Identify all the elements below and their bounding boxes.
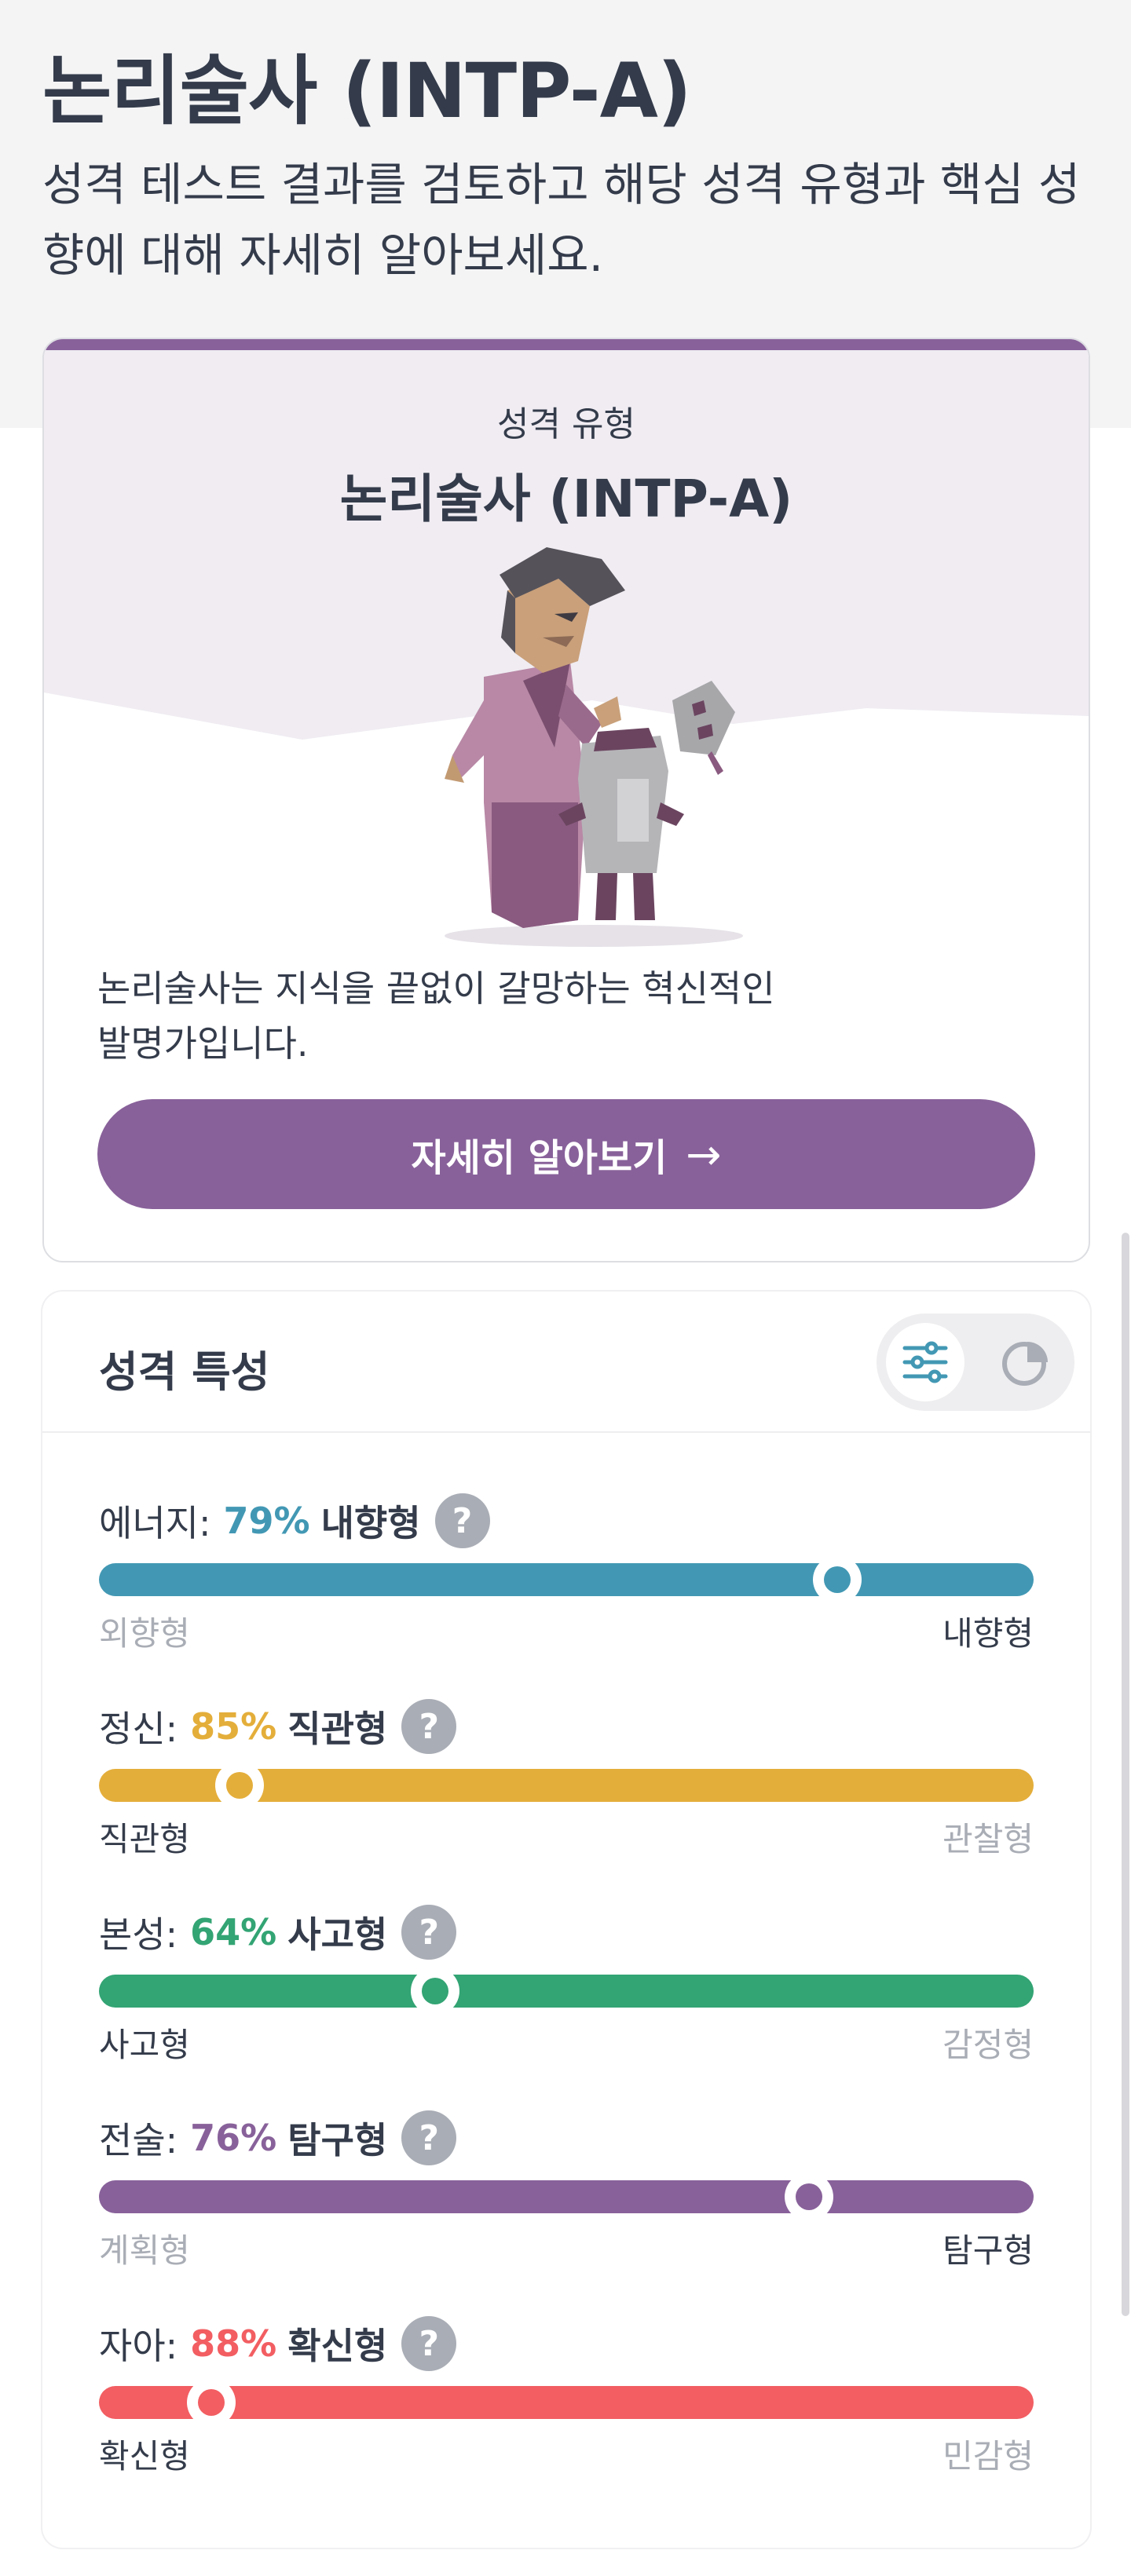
trait-type: 직관형 [287, 1708, 388, 1750]
trait-bar [99, 1563, 1034, 1596]
trait-row: 자아: 88% 확신형? 확신형 민감형 [99, 2312, 1034, 2485]
trait-bar [99, 2386, 1034, 2419]
sliders-icon [902, 1341, 948, 1383]
trait-type: 내향형 [320, 1502, 421, 1544]
traits-title: 성격 특성 [99, 1347, 270, 1397]
trait-row: 에너지: 79% 내향형? 외향형 내향형 [99, 1489, 1034, 1662]
trait-type: 탐구형 [287, 2119, 388, 2161]
trait-bar [99, 2180, 1034, 2213]
trait-name: 본성: [99, 1913, 178, 1956]
view-toggle [877, 1314, 1074, 1411]
trait-right-pole: 관찰형 [942, 1820, 1034, 1858]
trait-type: 사고형 [287, 1913, 388, 1956]
traits-header: 성격 특성 [42, 1292, 1090, 1433]
type-description: 논리술사는 지식을 끝없이 갈망하는 혁신적인 발명가입니다. [97, 967, 775, 1065]
trait-left-pole: 사고형 [99, 2026, 190, 2064]
trait-name: 자아: [99, 2325, 178, 2367]
help-icon[interactable]: ? [434, 1493, 490, 1548]
trait-right-pole: 내향형 [942, 1614, 1034, 1653]
trait-heading: 전술: 76% 탐구형? [99, 2106, 457, 2169]
trait-bar [99, 1975, 1034, 2008]
arrow-right-icon: → [686, 1129, 722, 1179]
trait-name: 정신: [99, 1708, 178, 1750]
trait-left-pole: 외향형 [99, 1614, 190, 1653]
help-icon[interactable]: ? [401, 1905, 457, 1960]
trait-left-pole: 확신형 [99, 2437, 190, 2476]
trait-slider-knob[interactable] [813, 1555, 862, 1604]
trait-heading: 본성: 64% 사고형? [99, 1901, 457, 1964]
card-accent-bar [44, 339, 1089, 350]
trait-slider-knob[interactable] [785, 2172, 833, 2221]
type-label: 성격 유형 [497, 404, 635, 444]
personality-traits-card: 성격 특성 에너지: 79% 내향형 ? 외향형 내향형 정신: 85% 직관형… [42, 1292, 1090, 2548]
trait-slider-knob[interactable] [215, 1761, 264, 1810]
trait-row: 전술: 76% 탐구형? 계획형 탐구형 [99, 2106, 1034, 2279]
trait-row: 본성: 64% 사고형? 사고형 감정형 [99, 1901, 1034, 2074]
page-title: 논리술사 (INTP-A) [42, 47, 692, 135]
trait-percent: 76% [190, 2117, 277, 2159]
trait-right-pole: 민감형 [942, 2437, 1034, 2476]
trait-left-pole: 직관형 [99, 1820, 190, 1858]
type-name: 논리술사 (INTP-A) [339, 469, 793, 529]
learn-more-button[interactable]: 자세히 알아보기 → [97, 1099, 1035, 1209]
sliders-view-button[interactable] [886, 1323, 964, 1401]
trait-heading: 정신: 85% 직관형? [99, 1695, 457, 1758]
trait-right-pole: 감정형 [942, 2026, 1034, 2064]
learn-more-label: 자세히 알아보기 [411, 1136, 668, 1180]
trait-percent: 85% [190, 1705, 277, 1748]
trait-percent: 64% [190, 1911, 277, 1953]
trait-type: 확신형 [287, 2325, 388, 2367]
trait-left-pole: 계획형 [99, 2231, 190, 2270]
help-icon[interactable]: ? [401, 1699, 457, 1754]
trait-slider-knob[interactable] [187, 2378, 236, 2427]
pie-view-button[interactable] [986, 1323, 1065, 1401]
trait-heading: 자아: 88% 확신형? [99, 2312, 457, 2375]
trait-name: 전술: [99, 2119, 178, 2161]
page-subtitle: 성격 테스트 결과를 검토하고 해당 성격 유형과 핵심 성향에 대해 자세히 … [42, 158, 1081, 282]
trait-percent: 88% [190, 2322, 277, 2365]
logician-illustration [445, 547, 743, 947]
trait-heading: 에너지: 79% 내향형? [99, 1489, 490, 1552]
trait-name: 에너지: [99, 1502, 211, 1544]
pie-chart-icon [1002, 1342, 1048, 1386]
scrollbar[interactable] [1122, 1233, 1129, 2316]
trait-slider-knob[interactable] [411, 1967, 459, 2015]
personality-type-card: 성격 유형 논리술사 (INTP-A) 논리술사는 지식을 끝없이 갈망하는 혁… [42, 338, 1090, 1262]
trait-right-pole: 탐구형 [942, 2231, 1034, 2270]
trait-row: 정신: 85% 직관형? 직관형 관찰형 [99, 1695, 1034, 1868]
help-icon[interactable]: ? [401, 2110, 457, 2165]
help-icon[interactable]: ? [401, 2316, 457, 2371]
trait-percent: 79% [223, 1500, 310, 1542]
